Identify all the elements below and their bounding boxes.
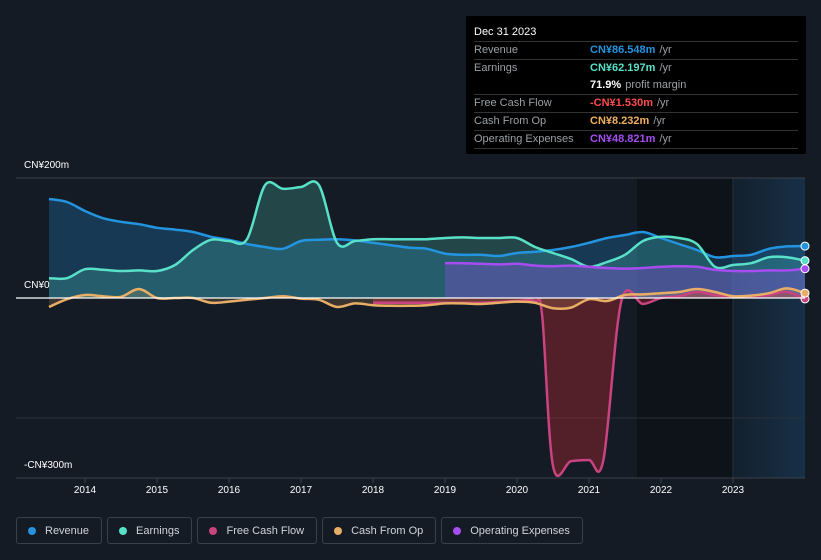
legend-label: Operating Expenses (470, 524, 570, 537)
revenue-endpoint (800, 241, 810, 251)
x-tick-label: 2017 (289, 485, 313, 496)
tooltip-label: Earnings (474, 62, 518, 74)
x-tick-label: 2020 (505, 485, 529, 496)
legend-item-operating-expenses[interactable]: Operating Expenses (441, 517, 583, 544)
tooltip-date: Dec 31 2023 (474, 24, 798, 42)
x-tick-label: 2023 (721, 485, 745, 496)
tooltip-value: CN¥48.821m (590, 133, 656, 145)
x-tick-label: 2016 (217, 485, 241, 496)
tooltip-value: 71.9% (590, 79, 622, 91)
tooltip-row-opex: Operating Expenses CN¥48.821m /yr (474, 131, 798, 149)
past-shade (637, 178, 733, 478)
legend: Revenue Earnings Free Cash Flow Cash Fro… (16, 517, 583, 544)
tooltip-label: Revenue (474, 44, 519, 56)
tooltip-label: Operating Expenses (474, 133, 574, 145)
x-tick-label: 2022 (649, 485, 673, 496)
y-tick-label-200: CN¥200m (24, 160, 70, 171)
tooltip-row-cfo: Cash From Op CN¥8.232m /yr (474, 113, 798, 131)
x-axis-ticks (16, 477, 805, 483)
x-tick-label: 2019 (433, 485, 457, 496)
legend-item-earnings[interactable]: Earnings (107, 517, 193, 544)
revenue-dot-icon (28, 526, 36, 535)
operating-expenses-endpoint (800, 264, 810, 274)
tooltip-value: -CN¥1.530m (590, 97, 653, 109)
fcf-dot-icon (209, 526, 218, 535)
tooltip-unit: /yr (656, 97, 670, 109)
legend-label: Earnings (136, 524, 180, 537)
tooltip-row-profit-margin: 71.9% profit margin (474, 77, 798, 95)
earnings-endpoint (800, 256, 810, 266)
earnings-dot-icon (119, 526, 128, 535)
cfo-dot-icon (334, 526, 343, 535)
opex-dot-icon (453, 526, 462, 535)
x-tick-label: 2018 (361, 485, 385, 496)
legend-item-revenue[interactable]: Revenue (16, 517, 103, 544)
plot-background (637, 178, 805, 478)
legend-item-cash-from-op[interactable]: Cash From Op (322, 517, 437, 544)
y-tick-label-neg300: -CN¥300m (24, 460, 73, 471)
x-tick-label: 2014 (73, 485, 97, 496)
legend-label: Cash From Op (351, 524, 424, 537)
tooltip-row-earnings: Earnings CN¥62.197m /yr (474, 60, 798, 77)
forecast-shade (733, 178, 805, 478)
tooltip-unit: /yr (659, 133, 672, 145)
tooltip-row-fcf: Free Cash Flow -CN¥1.530m /yr (474, 95, 798, 113)
tooltip-unit: /yr (659, 44, 672, 56)
x-tick-label: 2015 (145, 485, 169, 496)
tooltip-label (474, 77, 590, 94)
tooltip-unit: /yr (653, 115, 666, 127)
x-tick-label: 2021 (577, 485, 601, 496)
cash-from-op-endpoint (800, 288, 810, 298)
tooltip-panel: Dec 31 2023 Revenue CN¥86.548m /yr Earni… (466, 16, 806, 154)
tooltip-value: CN¥62.197m (590, 62, 656, 74)
tooltip-unit: /yr (659, 62, 672, 74)
legend-item-free-cash-flow[interactable]: Free Cash Flow (197, 517, 318, 544)
tooltip-label: Cash From Op (474, 115, 547, 127)
tooltip-value: CN¥86.548m (590, 44, 656, 56)
legend-label: Free Cash Flow (226, 524, 305, 537)
tooltip-row-revenue: Revenue CN¥86.548m /yr (474, 42, 798, 60)
tooltip-unit: profit margin (625, 79, 687, 91)
tooltip-value: CN¥8.232m (590, 115, 650, 127)
legend-label: Revenue (45, 524, 90, 537)
tooltip-label: Free Cash Flow (474, 97, 552, 109)
y-tick-label-0: CN¥0 (24, 280, 50, 291)
